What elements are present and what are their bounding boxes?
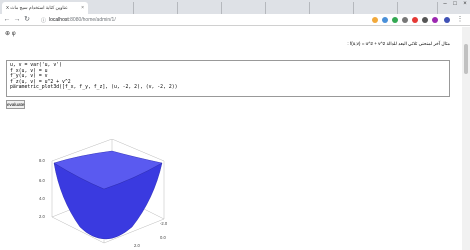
url-field[interactable]: ⓘ localhost :8080/home/admin/1/ <box>41 16 341 24</box>
x-tick-label: -2.0 <box>160 221 168 226</box>
url-path: :8080/home/admin/1/ <box>68 17 116 23</box>
z-tick-label: 8.0 <box>39 158 45 163</box>
tab-inactive[interactable] <box>92 2 134 14</box>
page-content: ⊕ φ مثال آخر لمنحنى ثلاثي البعد للدالة f… <box>0 27 462 250</box>
maximize-icon[interactable]: □ <box>450 1 460 7</box>
z-tick-label: 2.0 <box>39 214 45 219</box>
evaluate-button[interactable]: evaluate <box>6 100 25 109</box>
tab-active[interactable]: X عناوين كتابة استخدام سيج ماث × <box>2 2 88 14</box>
3d-plot[interactable]: 8.0 6.0 4.0 2.0 -2.0 0.0 2.0 <box>34 139 172 249</box>
x-tick-label: 0.0 <box>160 235 166 240</box>
minimize-icon[interactable]: – <box>440 1 450 7</box>
extension-icon[interactable] <box>402 17 408 23</box>
back-icon[interactable]: ← <box>3 15 11 25</box>
info-icon[interactable]: ⓘ <box>41 17 46 24</box>
menu-icon[interactable]: ⋮ <box>456 15 464 25</box>
tab-inactive[interactable] <box>312 2 354 14</box>
tab-inactive[interactable] <box>224 2 266 14</box>
scrollbar-thumb[interactable] <box>464 44 468 74</box>
tab-inactive[interactable] <box>180 2 222 14</box>
profile-avatar[interactable] <box>444 17 450 23</box>
cell-description: مثال آخر لمنحنى ثلاثي البعد للدالة f(u,v… <box>347 41 450 46</box>
close-icon[interactable]: × <box>81 5 84 11</box>
tab-bar: X عناوين كتابة استخدام سيج ماث × – □ × <box>0 0 470 14</box>
x-tick-label: 2.0 <box>134 243 140 248</box>
url-host: localhost <box>49 17 69 23</box>
tab-inactive[interactable] <box>356 2 398 14</box>
reload-icon[interactable]: ↻ <box>23 15 31 25</box>
code-line: parametric_plot3d([f_x, f_y, f_z], (u, -… <box>10 85 178 91</box>
forward-icon[interactable]: → <box>13 15 21 25</box>
extension-icon[interactable] <box>382 17 388 23</box>
extension-icon[interactable] <box>422 17 428 23</box>
code-input[interactable]: u, v = var('u, v') f_x(u, v) = u f_y(u, … <box>6 60 450 97</box>
tab-title: X عناوين كتابة استخدام سيج ماث <box>6 5 68 10</box>
z-tick-label: 6.0 <box>39 178 45 183</box>
tab-inactive[interactable] <box>136 2 178 14</box>
extension-icon[interactable] <box>412 17 418 23</box>
tab-inactive[interactable] <box>268 2 310 14</box>
extension-icon[interactable] <box>372 17 378 23</box>
z-tick-label: 4.0 <box>39 196 45 201</box>
close-window-icon[interactable]: × <box>460 1 470 7</box>
cell-toggle[interactable]: ⊕ φ <box>5 30 16 37</box>
address-bar: ← → ↻ ⓘ localhost :8080/home/admin/1/ ⋮ <box>0 14 470 26</box>
tab-inactive[interactable] <box>400 2 438 14</box>
extension-icon[interactable] <box>392 17 398 23</box>
extension-icon[interactable] <box>432 17 438 23</box>
